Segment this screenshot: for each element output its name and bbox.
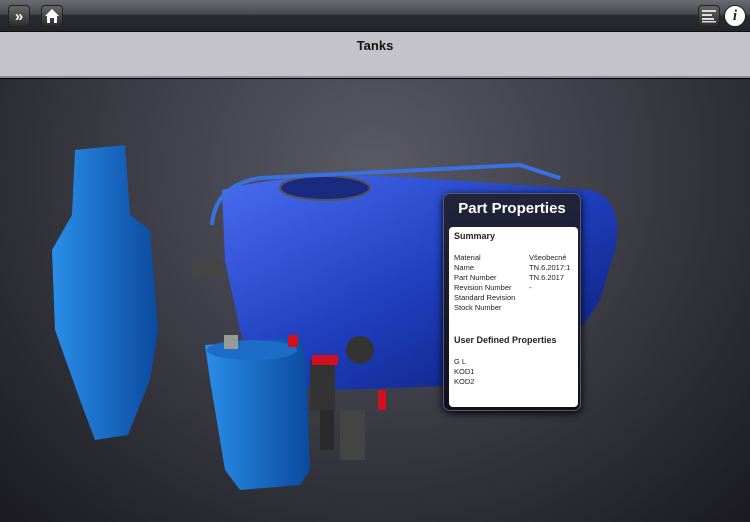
property-key: KOD2 [454, 377, 475, 386]
expand-button[interactable]: » [8, 5, 30, 27]
property-row: Standard Revision [454, 293, 573, 303]
info-button[interactable]: i [724, 5, 746, 27]
property-key: Revision Number [454, 283, 512, 292]
property-key: G L [454, 357, 467, 366]
list-button[interactable] [698, 5, 720, 27]
property-value: TN.6.2017:1 [529, 263, 571, 272]
properties-list: Summary Material Všeobecné Name TN.6.2017:… [449, 227, 578, 407]
property-value: Všeobecné [529, 253, 567, 262]
property-row: Stock Number [454, 303, 573, 313]
property-key: Standard Revision [454, 293, 516, 302]
property-key: Material [454, 253, 481, 262]
part-properties-panel: Part Properties Summary Material Všeobecn… [443, 193, 581, 411]
property-row: Name TN.6.2017:1 [454, 263, 573, 273]
property-row: KOD1 [454, 367, 573, 377]
home-button[interactable] [41, 5, 63, 27]
small-tank [205, 338, 310, 490]
user-defined-heading: User Defined Properties [454, 335, 557, 345]
tank-model [52, 145, 618, 490]
panel-title: Part Properties [458, 200, 566, 217]
home-icon [45, 9, 59, 23]
property-row: G L [454, 357, 573, 367]
side-tank [52, 145, 158, 440]
property-value: TN.6.2017 [529, 273, 565, 282]
double-chevron-right-icon: » [14, 7, 24, 25]
list-icon [702, 10, 716, 23]
top-toolbar: » i [0, 0, 750, 32]
title-bar: Tanks [0, 32, 750, 78]
3d-viewport[interactable]: Part Properties Summary Material Všeobecn… [0, 79, 750, 522]
property-row: Material Všeobecné [454, 253, 573, 263]
info-icon: i [732, 7, 738, 24]
property-row: Part Number TN.6.2017 [454, 273, 573, 283]
summary-heading: Summary [454, 231, 496, 241]
page-title: Tanks [356, 38, 394, 53]
property-row: KOD2 [454, 377, 573, 387]
property-key: Part Number [454, 273, 497, 282]
property-key: Name [454, 263, 475, 272]
property-row: Revision Number - [454, 283, 573, 293]
property-value: - [529, 283, 532, 292]
property-key: Stock Number [454, 303, 502, 312]
property-key: KOD1 [454, 367, 475, 376]
